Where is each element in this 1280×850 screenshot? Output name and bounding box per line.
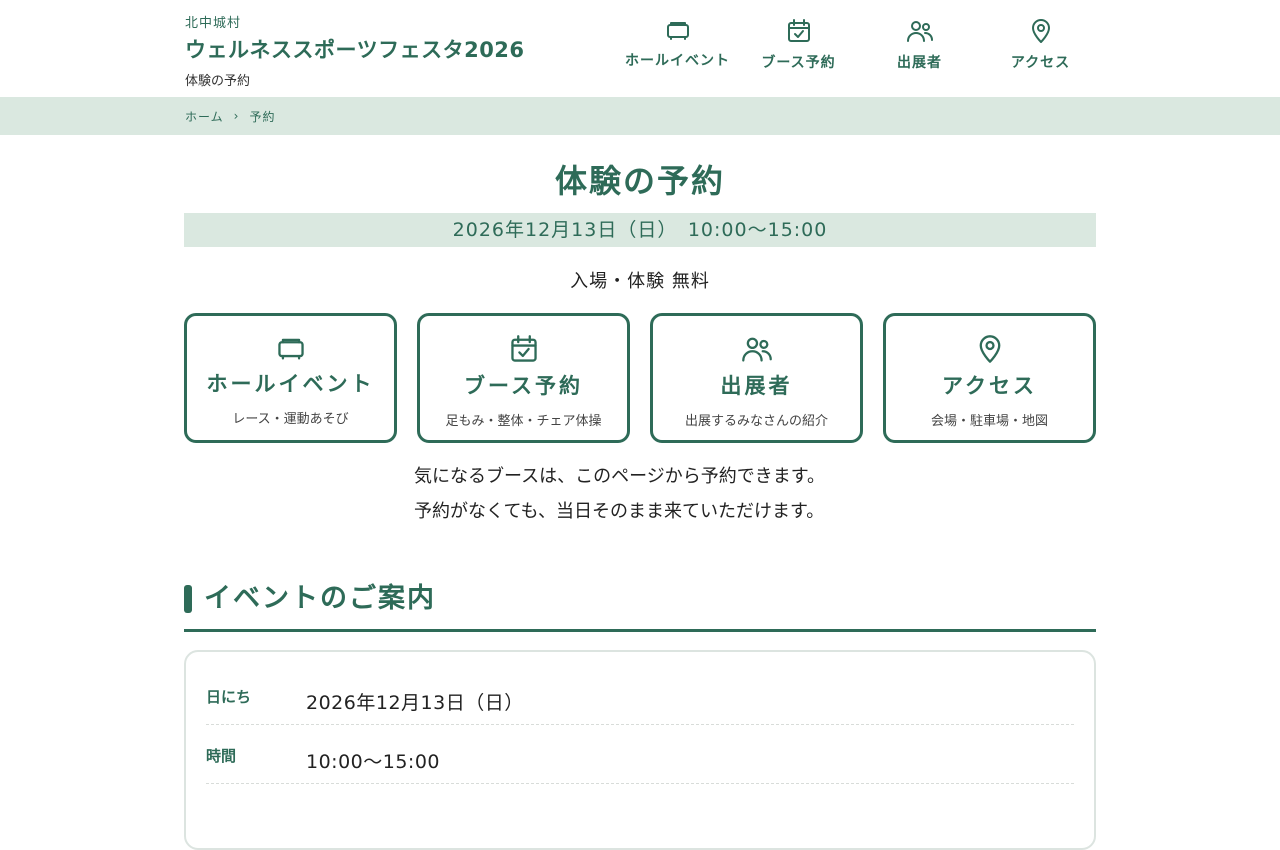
info-value: 2026年12月13日（日） — [306, 692, 524, 714]
breadcrumb-current: 予約 — [249, 109, 276, 124]
card-hall-event[interactable]: ホールイベント レース・運動あそび — [184, 313, 397, 443]
people-icon — [741, 337, 772, 362]
nav-item-label: 出展者 — [897, 55, 942, 71]
breadcrumb-separator: › — [233, 109, 240, 123]
global-nav: ホールイベント ブース予約 出展者 アクセス — [617, 18, 1101, 72]
intro-line: 予約がなくても、当日そのまま来ていただけます。 — [414, 501, 825, 522]
nav-item-hall-event[interactable]: ホールイベント — [617, 18, 738, 72]
intro-line: 気になるブースは、このページから予約できます。 — [414, 466, 825, 487]
hall-icon — [277, 338, 304, 360]
section-heading-bar — [184, 585, 192, 613]
map-pin-icon — [979, 335, 1000, 363]
menu-cards: ホールイベント レース・運動あそび ブース予約 足もみ・整体・チェア体操 出展者… — [184, 313, 1096, 443]
info-row-time: 時間 10:00〜15:00 — [206, 725, 1074, 784]
breadcrumb: ホーム › 予約 — [0, 97, 1280, 135]
calendar-check-icon — [787, 19, 810, 42]
info-row-date: 日にち 2026年12月13日（日） — [206, 666, 1074, 725]
site-subtitle: 体験の予約 — [185, 74, 251, 89]
info-key: 時間 — [206, 747, 237, 765]
hall-icon — [666, 22, 689, 40]
section-title: イベントのご案内 — [204, 583, 436, 614]
card-description: 会場・駐車場・地図 — [930, 414, 1048, 429]
site-header: 北中城村 ウェルネススポーツフェスタ2026 体験の予約 ホールイベント ブース… — [0, 0, 1280, 97]
main-content: 体験の予約 2026年12月13日（日） 10:00〜15:00 入場・体験 無… — [184, 161, 1096, 850]
calendar-check-icon — [510, 335, 537, 362]
people-icon — [906, 21, 933, 42]
page-title: 体験の予約 — [554, 162, 725, 200]
info-value: 10:00〜15:00 — [306, 751, 441, 773]
card-description: 出展するみなさんの紹介 — [684, 414, 828, 429]
event-info-box: 日にち 2026年12月13日（日） 時間 10:00〜15:00 — [184, 650, 1096, 850]
card-access[interactable]: アクセス 会場・駐車場・地図 — [883, 313, 1096, 443]
card-title: ブース予約 — [464, 374, 583, 398]
event-date-band: 2026年12月13日（日） 10:00〜15:00 — [184, 213, 1096, 247]
intro-text: 気になるブースは、このページから予約できます。 予約がなくても、当日そのまま来て… — [406, 459, 874, 529]
village-name: 北中城村 — [185, 16, 242, 31]
section-heading: イベントのご案内 — [184, 583, 1096, 632]
card-title: 出展者 — [720, 374, 793, 398]
free-admission-text: 入場・体験 無料 — [570, 271, 710, 292]
card-exhibitors[interactable]: 出展者 出展するみなさんの紹介 — [650, 313, 863, 443]
card-booth-booking[interactable]: ブース予約 足もみ・整体・チェア体操 — [417, 313, 630, 443]
nav-item-access[interactable]: アクセス — [980, 18, 1101, 72]
brand-block[interactable]: 北中城村 ウェルネススポーツフェスタ2026 体験の予約 — [185, 12, 525, 89]
nav-item-exhibitors[interactable]: 出展者 — [859, 18, 980, 72]
nav-item-label: ブース予約 — [761, 55, 836, 71]
map-pin-icon — [1031, 19, 1050, 43]
card-description: 足もみ・整体・チェア体操 — [445, 414, 602, 429]
nav-item-booth-booking[interactable]: ブース予約 — [738, 18, 859, 72]
site-title[interactable]: ウェルネススポーツフェスタ2026 — [185, 34, 525, 64]
nav-item-label: アクセス — [1010, 55, 1071, 71]
card-description: レース・運動あそび — [232, 412, 349, 427]
info-key: 日にち — [206, 688, 252, 706]
card-title: アクセス — [942, 374, 1037, 398]
breadcrumb-home-link[interactable]: ホーム — [185, 108, 224, 125]
nav-item-label: ホールイベント — [625, 53, 730, 69]
card-title: ホールイベント — [206, 372, 375, 396]
